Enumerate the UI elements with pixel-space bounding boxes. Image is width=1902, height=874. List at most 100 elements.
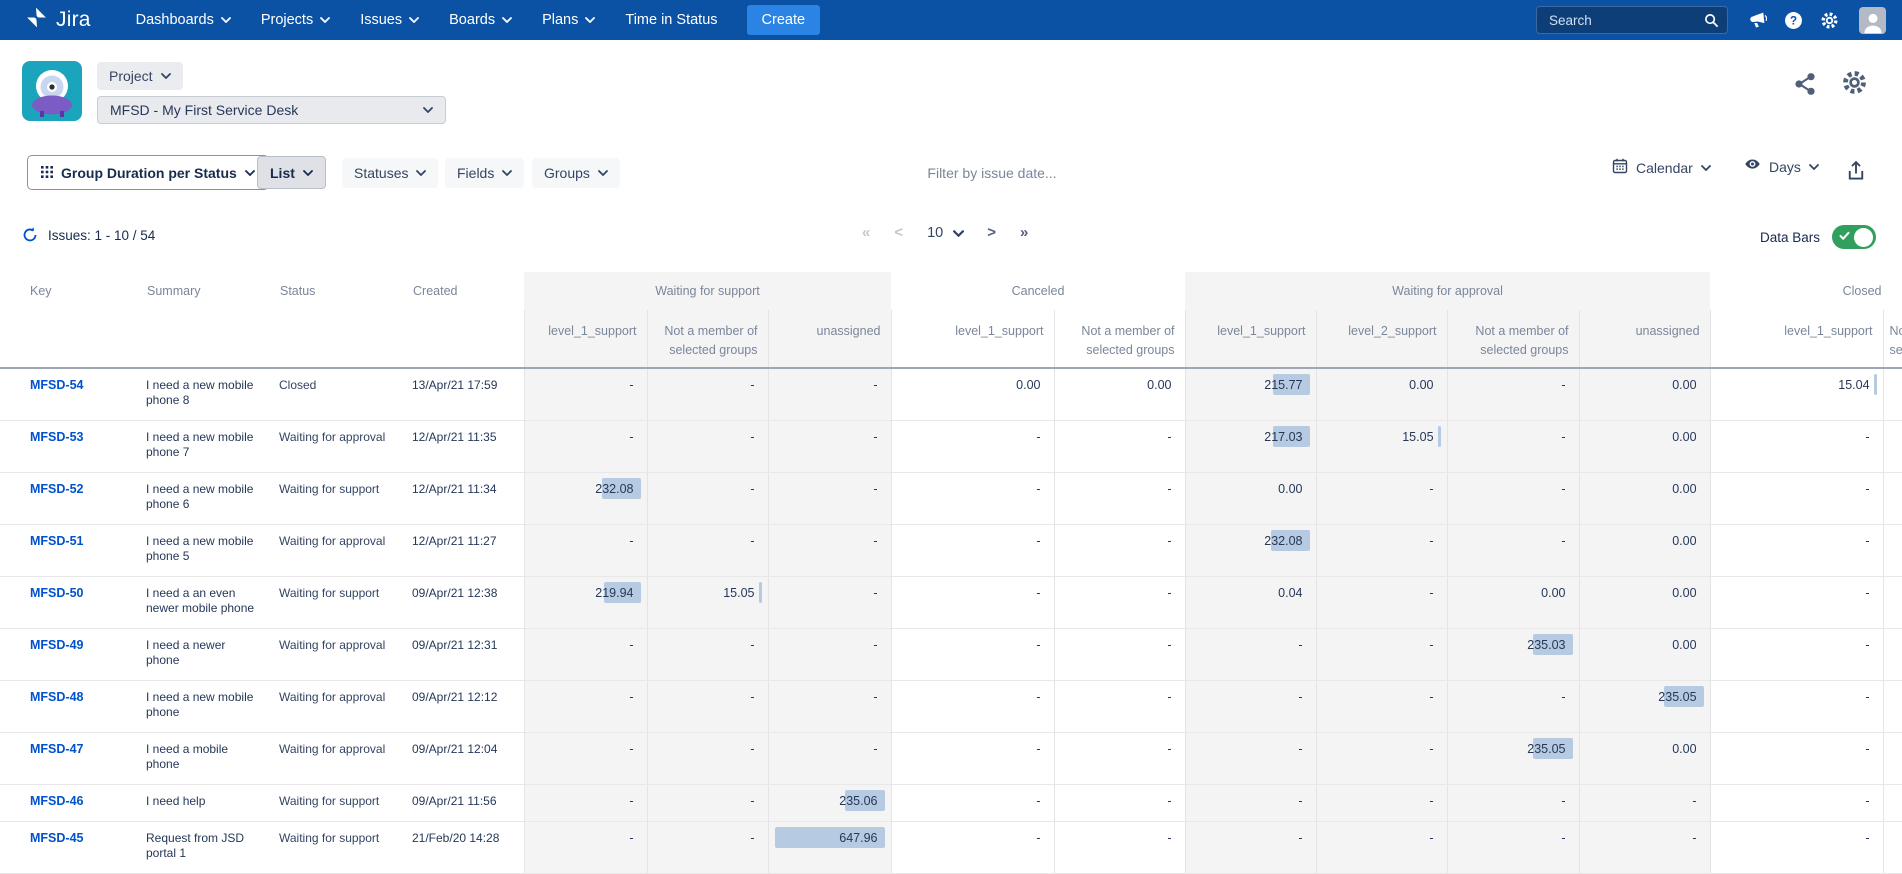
nav-item-dashboards[interactable]: Dashboards [121,0,246,40]
duration-cell: - [1447,421,1579,473]
issue-key-link[interactable]: MFSD-52 [30,482,83,496]
key-cell: MFSD-46 [0,785,146,822]
summary-cell: I need a an even newer mobile phone [146,577,279,629]
nav-item-issues[interactable]: Issues [345,0,434,40]
calendar-dropdown[interactable]: Calendar [1612,158,1711,177]
duration-cell: 15.05 [647,577,768,629]
duration-cell: 235.05 [1579,681,1710,733]
issue-key-link[interactable]: MFSD-47 [30,742,83,756]
duration-cell: 0.00 [1579,368,1710,421]
time-unit-dropdown[interactable]: Days [1744,158,1819,175]
refresh-icon[interactable] [21,226,39,244]
duration-cell: - [647,525,768,577]
user-avatar[interactable] [1859,7,1886,34]
created-cell: 13/Apr/21 17:59 [412,368,524,421]
duration-cell: - [891,733,1054,785]
project-select[interactable]: MFSD - My First Service Desk [97,96,446,124]
search-input[interactable] [1547,12,1704,29]
report-toolbar: Group Duration per Status List Statuses … [0,155,1902,191]
report-settings-icon[interactable] [1841,69,1868,96]
help-icon[interactable]: ? [1784,11,1803,30]
data-bars-toggle[interactable] [1832,225,1876,249]
navbar-search[interactable] [1536,6,1728,34]
nav-item-label: Issues [360,12,402,28]
duration-cell: 0.00 [1054,368,1185,421]
duration-value: - [1056,526,1184,552]
sub-column-header: Not a member of selected groups [1883,310,1902,368]
duration-value: - [1318,823,1446,849]
issue-key-link[interactable]: MFSD-48 [30,690,83,704]
issue-key-link[interactable]: MFSD-50 [30,586,83,600]
key-cell: MFSD-49 [0,629,146,681]
prev-page-button[interactable]: < [894,224,903,241]
duration-value: 15.05 [1318,422,1446,448]
issue-key-link[interactable]: MFSD-45 [30,831,83,845]
duration-cell: - [647,629,768,681]
duration-value: - [1056,422,1184,448]
nav-item-plans[interactable]: Plans [527,0,610,40]
table-row: MFSD-49I need a newer phoneWaiting for a… [0,629,1902,681]
issue-key-link[interactable]: MFSD-51 [30,534,83,548]
nav-item-projects[interactable]: Projects [246,0,345,40]
create-button[interactable]: Create [747,5,821,35]
issues-count-label: Issues: 1 - 10 / 54 [48,228,155,243]
duration-cell: 15.04 [1710,368,1883,421]
export-icon[interactable] [1846,157,1868,185]
chevron-down-icon [161,73,171,79]
duration-value: - [893,630,1053,656]
page-size-dropdown[interactable]: 10 [927,225,963,241]
project-avatar[interactable] [22,61,82,121]
duration-value: 15.04 [1712,370,1882,396]
chevron-down-icon [320,17,330,23]
share-icon[interactable] [1793,72,1817,96]
nav-item-boards[interactable]: Boards [434,0,527,40]
duration-cell: - [524,525,647,577]
settings-icon[interactable] [1820,11,1839,30]
last-page-button[interactable]: » [1020,224,1028,241]
duration-value: - [893,682,1053,708]
nav-item-label: Projects [261,12,313,28]
first-page-button[interactable]: « [862,224,870,241]
duration-cell: 217.03 [1185,421,1316,473]
duration-cell: 0.00 [891,368,1054,421]
issue-key-link[interactable]: MFSD-46 [30,794,83,808]
issue-key-link[interactable]: MFSD-54 [30,378,83,392]
project-type-dropdown[interactable]: Project [97,62,183,90]
data-bars-control: Data Bars [1760,225,1876,249]
group-duration-dropdown[interactable]: Group Duration per Status [27,155,269,190]
groups-dropdown[interactable]: Groups [532,158,620,188]
fields-dropdown[interactable]: Fields [445,158,524,188]
duration-cell: 0.00 [1579,525,1710,577]
duration-value: - [1187,630,1315,656]
status-cell: Waiting for support [279,785,412,822]
duration-value: 215.77 [1187,370,1315,396]
duration-cell: - [891,822,1054,874]
issue-date-filter-input[interactable] [880,157,1104,189]
created-cell: 09/Apr/21 12:31 [412,629,524,681]
duration-cell: - [768,681,891,733]
group-duration-label: Group Duration per Status [61,165,237,181]
duration-cell: - [1710,525,1883,577]
duration-value: - [1712,682,1882,708]
issue-key-link[interactable]: MFSD-53 [30,430,83,444]
jira-logo[interactable]: Jira [24,5,91,35]
sub-column-header: level_1_support [1710,310,1883,368]
duration-cell: - [891,785,1054,822]
duration-value: - [526,823,646,849]
next-page-button[interactable]: > [987,224,996,241]
announcement-icon[interactable] [1748,11,1767,30]
nav-item-time-in-status[interactable]: Time in Status [610,0,732,40]
duration-cell: - [1447,785,1579,822]
duration-cell: 235.06 [768,785,891,822]
toggle-knob [1854,228,1873,247]
duration-cell: 0.00 [1447,577,1579,629]
duration-cell: - [647,822,768,874]
view-mode-dropdown[interactable]: List [257,156,326,189]
duration-value: - [893,422,1053,448]
statuses-dropdown[interactable]: Statuses [342,158,438,188]
duration-cell [1883,421,1902,473]
duration-cell: - [891,421,1054,473]
duration-value: 0.00 [1318,370,1446,396]
issue-key-link[interactable]: MFSD-49 [30,638,83,652]
summary-cell: I need a new mobile phone 8 [146,368,279,421]
